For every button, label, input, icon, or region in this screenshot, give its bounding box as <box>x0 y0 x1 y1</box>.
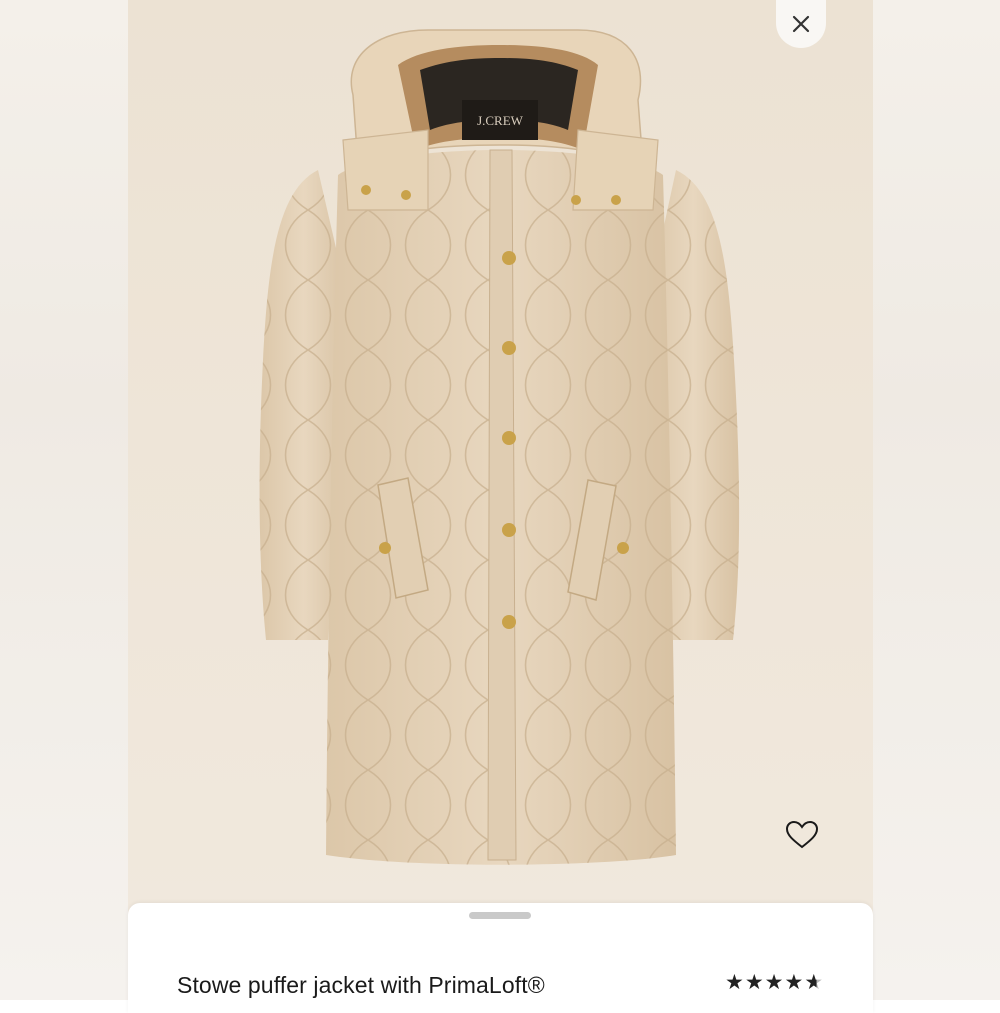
star-icon: ★ <box>744 971 764 994</box>
star-icon: ★ <box>784 971 804 994</box>
star-icon: ★ <box>725 971 744 994</box>
brand-label: J.CREW <box>477 113 524 128</box>
right-backdrop <box>872 0 1000 1000</box>
product-info-sheet[interactable]: Stowe puffer jacket with PrimaLoft® ★ ★ … <box>128 903 873 1013</box>
product-viewer: J.CREW Stowe puffer jacket with PrimaLof… <box>0 0 1000 1013</box>
product-rating[interactable]: ★ ★ ★ ★ ★ <box>725 971 823 995</box>
star-icon: ★ <box>764 971 784 994</box>
close-icon <box>792 15 810 33</box>
product-image[interactable]: J.CREW <box>128 0 873 1000</box>
heart-outline-icon <box>785 820 819 849</box>
left-backdrop <box>0 0 128 1000</box>
star-icon: ★ <box>804 971 824 994</box>
favorite-button[interactable] <box>782 815 822 855</box>
product-title: Stowe puffer jacket with PrimaLoft® <box>177 972 545 998</box>
coat-illustration: J.CREW <box>128 0 873 1000</box>
close-button[interactable] <box>776 0 826 48</box>
sheet-drag-handle[interactable] <box>469 912 531 919</box>
